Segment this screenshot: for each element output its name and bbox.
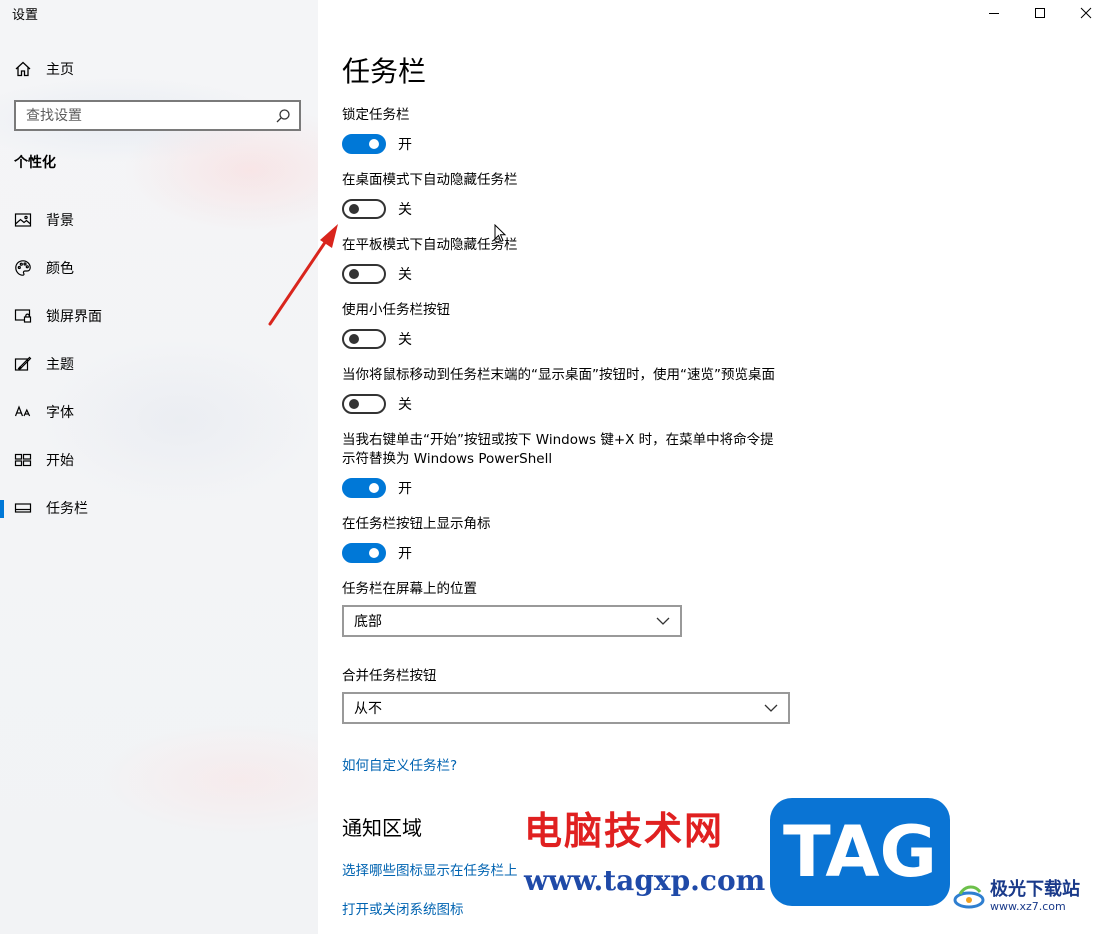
setting-label-autohide-tablet: 在平板模式下自动隐藏任务栏: [342, 237, 518, 253]
combine-dropdown[interactable]: 从不: [342, 692, 790, 724]
sidebar-item-label: 任务栏: [46, 501, 88, 517]
toggle-state: 关: [398, 397, 412, 413]
toggle-switch[interactable]: [342, 543, 386, 563]
picture-icon: [14, 213, 32, 227]
toggle-state: 开: [398, 546, 412, 562]
setting-label-position: 任务栏在屏幕上的位置: [342, 581, 477, 597]
toggle-small-buttons[interactable]: 关: [342, 328, 412, 350]
toggle-powershell[interactable]: 开: [342, 477, 412, 499]
sidebar-item-label: 字体: [46, 405, 74, 421]
chevron-down-icon: [764, 704, 778, 712]
toggle-badges[interactable]: 开: [342, 542, 412, 564]
setting-label-autohide-desktop: 在桌面模式下自动隐藏任务栏: [342, 172, 518, 188]
setting-label-badges: 在任务栏按钮上显示角标: [342, 516, 491, 532]
mouse-cursor-icon: [494, 224, 507, 243]
search-box[interactable]: [14, 100, 301, 131]
theme-brush-icon: [14, 356, 32, 371]
setting-label-combine: 合并任务栏按钮: [342, 668, 437, 684]
position-dropdown[interactable]: 底部: [342, 605, 682, 637]
main-content: 任务栏 锁定任务栏 开 在桌面模式下自动隐藏任务栏 关 在平板模式下自动隐藏任务…: [342, 0, 1102, 934]
sidebar-item-label: 背景: [46, 213, 74, 229]
toggle-switch[interactable]: [342, 134, 386, 154]
toggle-peek[interactable]: 关: [342, 393, 412, 415]
sidebar-item-themes[interactable]: 主题: [0, 340, 318, 388]
sidebar-item-label: 主题: [46, 357, 74, 373]
app-title: 设置: [12, 8, 39, 23]
toggle-switch[interactable]: [342, 199, 386, 219]
sidebar-item-lock-screen[interactable]: 锁屏界面: [0, 292, 318, 340]
dropdown-value: 底部: [354, 614, 382, 630]
toggle-switch[interactable]: [342, 329, 386, 349]
toggle-state: 关: [398, 332, 412, 348]
sidebar-item-label: 锁屏界面: [46, 309, 102, 325]
site-name: 极光下载站: [990, 879, 1080, 900]
sidebar: 设置 主页 个性化 背景 颜色: [0, 0, 318, 934]
home-icon: [15, 61, 31, 77]
sidebar-item-start[interactable]: 开始: [0, 436, 318, 484]
toggle-switch[interactable]: [342, 394, 386, 414]
start-icon: [14, 453, 32, 467]
section-label: 个性化: [14, 155, 56, 171]
sidebar-item-fonts[interactable]: 字体: [0, 388, 318, 436]
toggle-switch[interactable]: [342, 264, 386, 284]
notification-area-title: 通知区域: [342, 816, 422, 840]
sidebar-item-home[interactable]: 主页: [14, 58, 74, 80]
nav-list: 背景 颜色 锁屏界面 主题 字体 开始 任务栏: [0, 196, 318, 532]
dropdown-value: 从不: [354, 701, 382, 717]
sidebar-item-taskbar[interactable]: 任务栏: [0, 484, 318, 532]
setting-label-small-buttons: 使用小任务栏按钮: [342, 302, 450, 318]
search-input[interactable]: [16, 102, 275, 129]
setting-label-lock-taskbar: 锁定任务栏: [342, 107, 410, 123]
toggle-state: 开: [398, 137, 412, 153]
xz7-logo: 极光下载站 www.xz7.com: [952, 880, 1080, 914]
toggle-lock-taskbar[interactable]: 开: [342, 133, 412, 155]
watermark-title: 电脑技术网: [524, 809, 725, 853]
toggle-state: 开: [398, 481, 412, 497]
font-icon: [14, 405, 31, 417]
select-icons-link[interactable]: 选择哪些图标显示在任务栏上: [342, 859, 518, 879]
setting-label-peek: 当你将鼠标移动到任务栏末端的“显示桌面”按钮时，使用“速览”预览桌面: [342, 367, 775, 383]
setting-label-powershell: 当我右键单击“开始”按钮或按下 Windows 键+X 时，在菜单中将命令提示符…: [342, 432, 774, 467]
lock-screen-icon: [14, 309, 32, 323]
sidebar-item-background[interactable]: 背景: [0, 196, 318, 244]
chevron-down-icon: [656, 617, 670, 625]
watermark-url: www.tagxp.com: [524, 864, 766, 897]
taskbar-icon: [14, 503, 32, 513]
help-link[interactable]: 如何自定义任务栏?: [342, 754, 457, 774]
sidebar-item-label: 开始: [46, 453, 74, 469]
palette-icon: [15, 260, 31, 276]
system-icons-link[interactable]: 打开或关闭系统图标: [342, 898, 464, 918]
toggle-switch[interactable]: [342, 478, 386, 498]
sidebar-item-colors[interactable]: 颜色: [0, 244, 318, 292]
toggle-state: 关: [398, 202, 412, 218]
aurora-logo-icon: [953, 885, 985, 909]
sidebar-item-label: 主页: [46, 62, 74, 78]
sidebar-item-label: 颜色: [46, 261, 74, 277]
search-icon[interactable]: [275, 108, 291, 124]
toggle-autohide-tablet[interactable]: 关: [342, 263, 412, 285]
toggle-state: 关: [398, 267, 412, 283]
tag-logo: TAG: [770, 798, 950, 906]
site-url: www.xz7.com: [990, 900, 1066, 913]
toggle-autohide-desktop[interactable]: 关: [342, 198, 412, 220]
page-title: 任务栏: [342, 55, 427, 88]
